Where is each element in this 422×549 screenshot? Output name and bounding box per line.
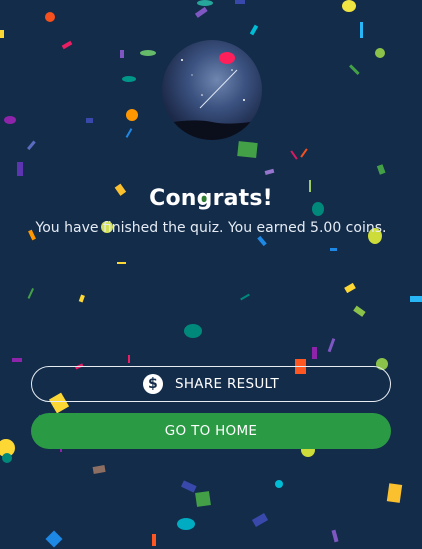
quiz-avatar-image [162, 40, 262, 140]
night-sky-image [162, 52, 262, 140]
share-result-button[interactable]: $ SHARE RESULT [31, 366, 391, 402]
go-to-home-label: GO TO HOME [164, 423, 258, 439]
go-to-home-button[interactable]: GO TO HOME [31, 413, 391, 449]
result-message: You have finished the quiz. You earned 5… [35, 220, 387, 236]
dollar-coin-icon: $ [142, 374, 163, 394]
congrats-title: Congrats! [149, 186, 273, 211]
share-result-label: SHARE RESULT [174, 376, 280, 392]
